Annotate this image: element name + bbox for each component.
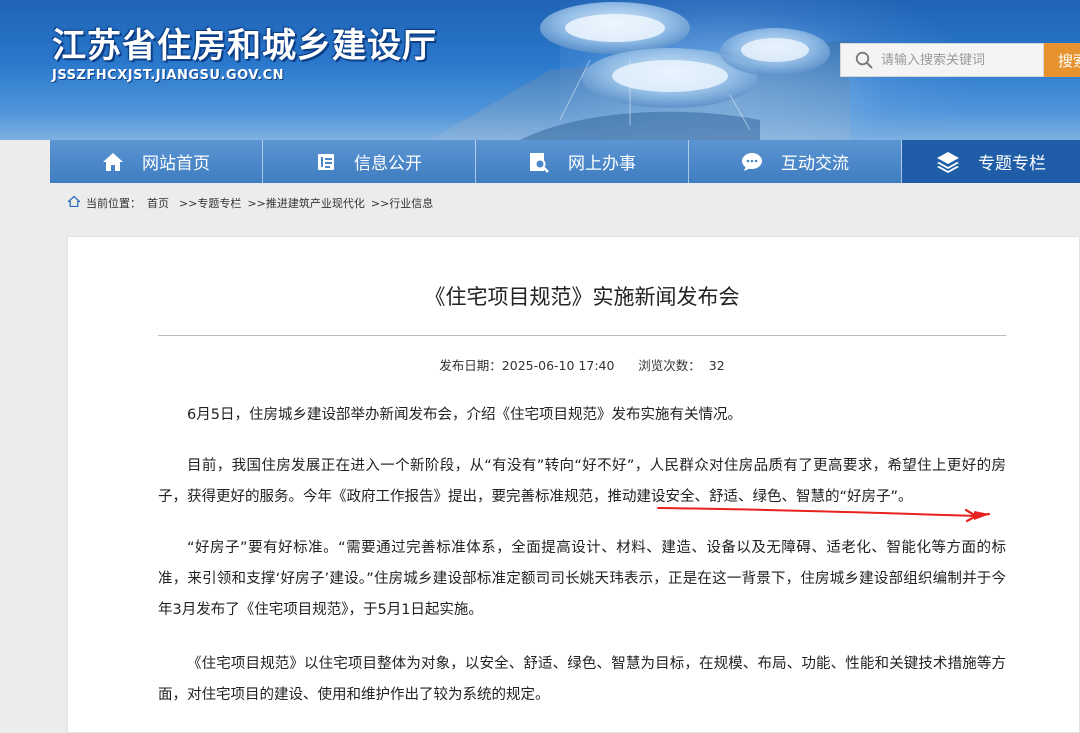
nav-item-label: 网站首页 [142,154,210,174]
nav-item-special-topics[interactable]: 专题专栏 [902,140,1080,183]
nav-item-online-service[interactable]: 网上办事 [476,140,689,183]
site-url: JSSZFHCXJST.JIANGSU.GOV.CN [52,68,285,83]
nav-item-info[interactable]: 信息公开 [263,140,476,183]
highlighted-phrase: 推动建设安全、舒适、绿色、智慧的“好房子”。 [607,489,913,505]
nav-item-home[interactable]: 网站首页 [50,140,263,183]
layers-icon [936,151,960,173]
site-title[interactable]: 江苏省住房和城乡建设厅 [52,18,437,67]
article-meta: 发布日期：2025-06-10 17:40 浏览次数： 32 [158,355,1006,374]
home-icon [102,152,124,172]
banner-stadium-image [430,2,850,140]
breadcrumb-link-industry-info[interactable]: >>行业信息 [371,195,433,211]
home-icon [66,195,82,210]
search-input[interactable] [881,52,1041,68]
red-underline-arrow [657,507,991,523]
nav-item-label: 互动交流 [781,154,849,174]
publish-date-label: 发布日期： [439,358,502,373]
search-icon [855,51,873,69]
header-banner: 江苏省住房和城乡建设厅 JSSZFHCXJST.JIANGSU.GOV.CN 搜… [0,0,1080,140]
title-divider [158,335,1006,336]
nav-item-interaction[interactable]: 互动交流 [689,140,902,183]
breadcrumb-link-construction[interactable]: >>推进建筑产业现代化 [247,195,364,211]
main-nav: 网站首页 信息公开 网上办事 互动交流 专题专栏 [50,140,1080,183]
nav-item-label: 信息公开 [354,154,422,174]
view-count: 32 [708,358,725,373]
search-doc-icon [528,151,550,173]
search-box[interactable] [840,43,1044,77]
document-icon [316,152,336,172]
nav-item-label: 专题专栏 [978,154,1046,174]
view-count-label: 浏览次数： [638,358,701,373]
search-button[interactable]: 搜索 [1044,43,1080,77]
meta-spacer [614,358,638,373]
breadcrumb-link-home[interactable]: 首页 [147,195,169,211]
breadcrumb-prefix: 当前位置： [86,197,141,210]
article-paragraph: 6月5日，住房城乡建设部举办新闻发布会，介绍《住宅项目规范》发布实施有关情况。 [187,407,742,423]
chat-icon [741,152,763,172]
article-paragraph: 《住宅项目规范》以住宅项目整体为对象，以安全、舒适、绿色、智慧为目标，在规模、布… [158,656,1006,703]
breadcrumb-link-special-topics[interactable]: >>专题专栏 [179,195,241,211]
nav-item-label: 网上办事 [568,154,636,174]
publish-date: 2025-06-10 17:40 [501,358,615,373]
article-paragraph: “好房子”要有好标准。“需要通过完善标准体系，全面提高设计、材料、建造、设备以及… [158,540,1006,618]
article-panel: 《住宅项目规范》实施新闻发布会 发布日期：2025-06-10 17:40 浏览… [67,236,1080,733]
breadcrumb: 当前位置： 首页 >>专题专栏 >>推进建筑产业现代化 >>行业信息 [66,194,433,212]
article-title: 《住宅项目规范》实施新闻发布会 [424,285,740,309]
